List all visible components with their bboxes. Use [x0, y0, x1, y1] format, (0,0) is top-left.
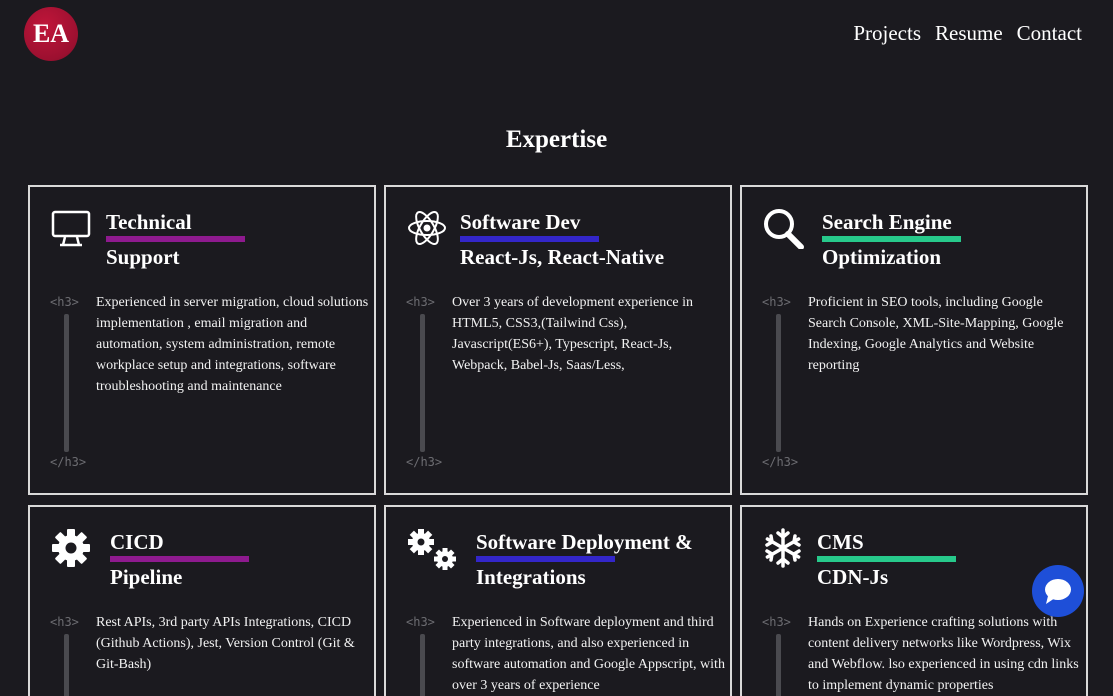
- card-subtitle: Integrations: [476, 565, 586, 589]
- tag-open: <h3>: [50, 615, 79, 629]
- chat-icon: [1045, 579, 1071, 604]
- tag-open: <h3>: [762, 295, 791, 309]
- code-line: [64, 634, 69, 696]
- card-title: Software Dev: [460, 210, 581, 234]
- logo[interactable]: EA: [24, 7, 78, 61]
- card-title: CICD: [110, 530, 164, 554]
- code-line: [420, 634, 425, 696]
- tag-close: </h3>: [406, 455, 443, 469]
- top-nav: Projects Resume Contact: [853, 21, 1082, 46]
- card-title: CMS: [817, 530, 864, 554]
- code-line: [420, 314, 425, 452]
- card-title: Search Engine: [822, 210, 952, 234]
- title-underline: [460, 236, 599, 242]
- card-title: Software Deployment &: [476, 530, 693, 554]
- card-subtitle: React-Js, React-Native: [460, 245, 665, 269]
- atom-icon: [408, 211, 446, 245]
- title-underline: [476, 556, 615, 562]
- title-underline: [822, 236, 961, 242]
- section-title: Expertise: [505, 126, 608, 153]
- gear-icon: [52, 529, 90, 567]
- title-underline: [106, 236, 245, 242]
- card-description: Hands on Experience crafting solutions w…: [808, 615, 1079, 693]
- card-description: Experienced in server migration, cloud s…: [96, 295, 369, 394]
- card-title: Technical: [106, 210, 192, 234]
- nav-contact[interactable]: Contact: [1017, 21, 1082, 46]
- gears-icon: [408, 529, 456, 570]
- tag-open: <h3>: [762, 615, 791, 629]
- tag-open: <h3>: [406, 295, 435, 309]
- nav-resume[interactable]: Resume: [935, 21, 1003, 46]
- code-line: [64, 314, 69, 452]
- nav-projects[interactable]: Projects: [853, 21, 921, 46]
- card-description: Rest APIs, 3rd party APIs Integrations, …: [96, 615, 355, 672]
- chat-button[interactable]: [1032, 565, 1084, 617]
- snowflake-icon: [765, 528, 801, 568]
- card-subtitle: Pipeline: [110, 565, 183, 589]
- logo-text: EA: [32, 19, 70, 48]
- title-underline: [110, 556, 249, 562]
- expertise-card-technical-support: Technical Support <h3> </h3> Experienced…: [28, 185, 376, 495]
- code-line: [776, 314, 781, 452]
- tag-close: </h3>: [762, 455, 799, 469]
- tag-open: <h3>: [50, 295, 79, 309]
- expertise-card-deployment: Software Deployment & Integrations <h3> …: [384, 505, 732, 696]
- search-icon: [764, 209, 804, 249]
- card-subtitle: Optimization: [822, 245, 941, 269]
- card-description: Experienced in Software deployment and t…: [452, 615, 725, 693]
- tag-open: <h3>: [406, 615, 435, 629]
- card-description: Over 3 years of development experience i…: [452, 295, 694, 373]
- card-subtitle: CDN-Js: [817, 565, 889, 589]
- monitor-icon: [51, 210, 91, 247]
- title-underline: [817, 556, 956, 562]
- expertise-card-seo: Search Engine Optimization <h3> </h3> Pr…: [740, 185, 1088, 495]
- tag-close: </h3>: [50, 455, 87, 469]
- card-subtitle: Support: [106, 245, 180, 269]
- card-description: Proficient in SEO tools, including Googl…: [808, 295, 1064, 373]
- expertise-card-cicd: CICD Pipeline <h3> Rest APIs, 3rd party …: [28, 505, 376, 696]
- code-line: [776, 634, 781, 696]
- expertise-card-software-dev: Software Dev React-Js, React-Native <h3>…: [384, 185, 732, 495]
